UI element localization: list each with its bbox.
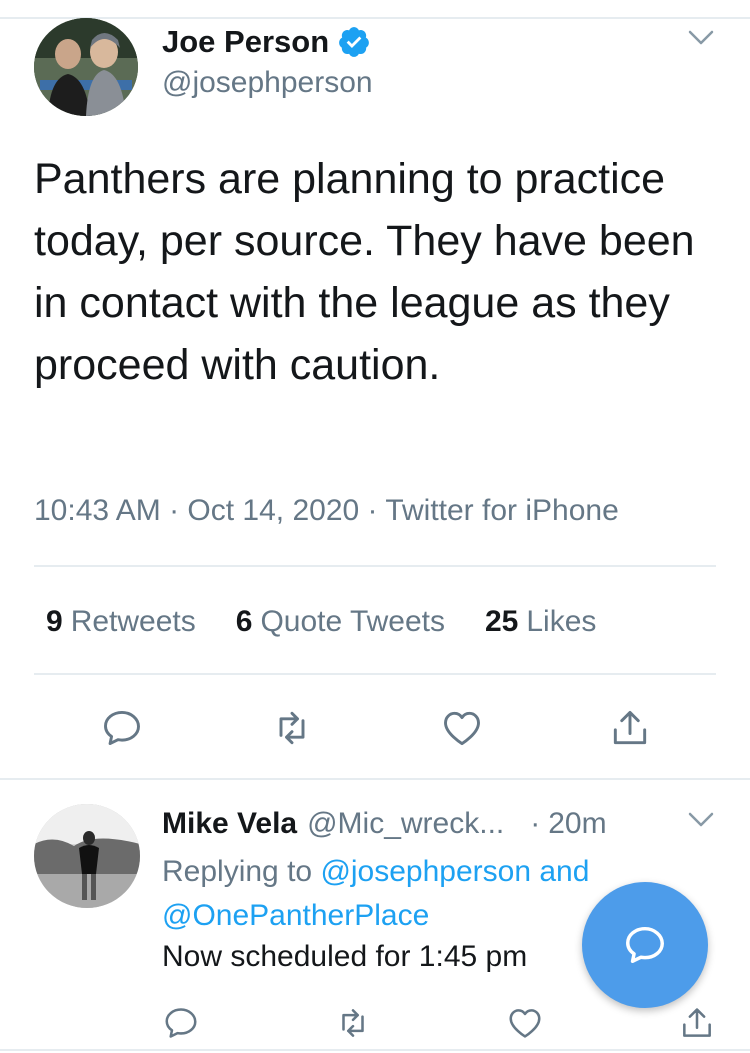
separator-dot: · xyxy=(530,807,541,840)
quotes-count: 6 xyxy=(235,605,253,638)
reply-author-name[interactable]: Mike Vela xyxy=(162,807,297,841)
author-name[interactable]: Joe Person xyxy=(162,24,329,60)
retweets-count: 9 xyxy=(46,605,63,638)
reply-author-avatar[interactable] xyxy=(34,804,140,908)
retweets-label: Retweets xyxy=(70,605,196,638)
replying-and: and xyxy=(539,855,590,888)
compose-reply-icon xyxy=(626,926,664,964)
reply-retweet-icon[interactable] xyxy=(334,1004,372,1042)
author-name-row: Joe Person xyxy=(162,22,371,62)
tweet-meta: 10:43 AM · Oct 14, 2020 · Twitter for iP… xyxy=(34,494,619,527)
replying-user-link-1[interactable]: @josephperson xyxy=(320,855,531,888)
top-divider xyxy=(0,17,750,19)
tweet-divider xyxy=(0,778,750,780)
replying-user-link-2[interactable]: @OnePantherPlace xyxy=(162,899,429,932)
reply-time: 20m xyxy=(548,807,607,840)
tweet-stats: 9 Retweets 6 Quote Tweets 25 Likes xyxy=(46,602,596,642)
likes-count: 25 xyxy=(485,605,519,638)
author-handle[interactable]: @josephperson xyxy=(162,66,373,100)
likes-label: Likes xyxy=(526,605,597,638)
reply-header: Mike Vela @Mic_wreck... · 20m xyxy=(162,806,607,842)
chevron-down-icon[interactable] xyxy=(688,30,714,46)
reply-share-icon[interactable] xyxy=(678,1004,716,1042)
bottom-divider xyxy=(0,1049,750,1051)
reply-author-handle[interactable]: @Mic_wreck... xyxy=(307,807,504,841)
compose-reply-button[interactable] xyxy=(582,882,708,1008)
like-icon[interactable] xyxy=(440,706,484,750)
quote-tweets-stat[interactable]: 6 Quote Tweets xyxy=(236,605,445,639)
tweet-text: Panthers are planning to practice today,… xyxy=(34,155,695,389)
reply-chevron-down-icon[interactable] xyxy=(688,812,714,828)
likes-stat[interactable]: 25 Likes xyxy=(485,605,596,639)
reply-icon[interactable] xyxy=(100,706,144,750)
share-icon[interactable] xyxy=(608,706,652,750)
retweet-icon[interactable] xyxy=(270,706,314,750)
author-avatar[interactable] xyxy=(34,18,138,116)
reply-like-icon[interactable] xyxy=(506,1004,544,1042)
retweets-stat[interactable]: 9 Retweets xyxy=(46,605,196,639)
meta-divider xyxy=(34,565,716,567)
reply-text: Now scheduled for 1:45 pm xyxy=(162,940,528,973)
verified-badge-icon xyxy=(339,27,369,57)
reply-avatar-photo xyxy=(34,804,140,908)
replying-prefix: Replying to xyxy=(162,855,313,888)
avatar-photo xyxy=(34,18,138,116)
reply-reply-icon[interactable] xyxy=(162,1004,200,1042)
stats-divider xyxy=(34,673,716,675)
quotes-label: Quote Tweets xyxy=(260,605,445,638)
